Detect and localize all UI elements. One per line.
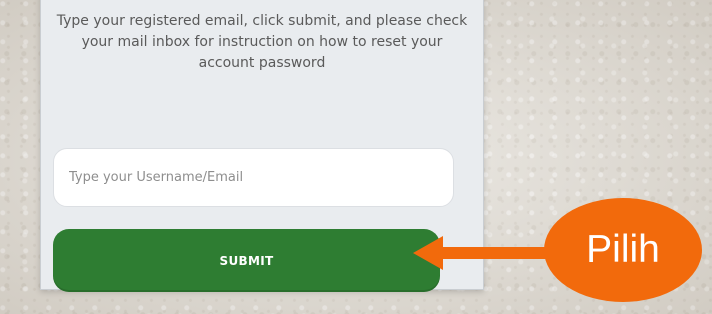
instructions-text: Type your registered email, click submit… xyxy=(56,13,468,71)
callout-label: Pilih xyxy=(586,228,660,271)
pilih-callout: Pilih xyxy=(544,198,702,302)
email-input[interactable] xyxy=(53,148,454,207)
submit-button[interactable]: SUBMIT xyxy=(53,229,440,292)
left-arrow-icon xyxy=(413,236,561,270)
